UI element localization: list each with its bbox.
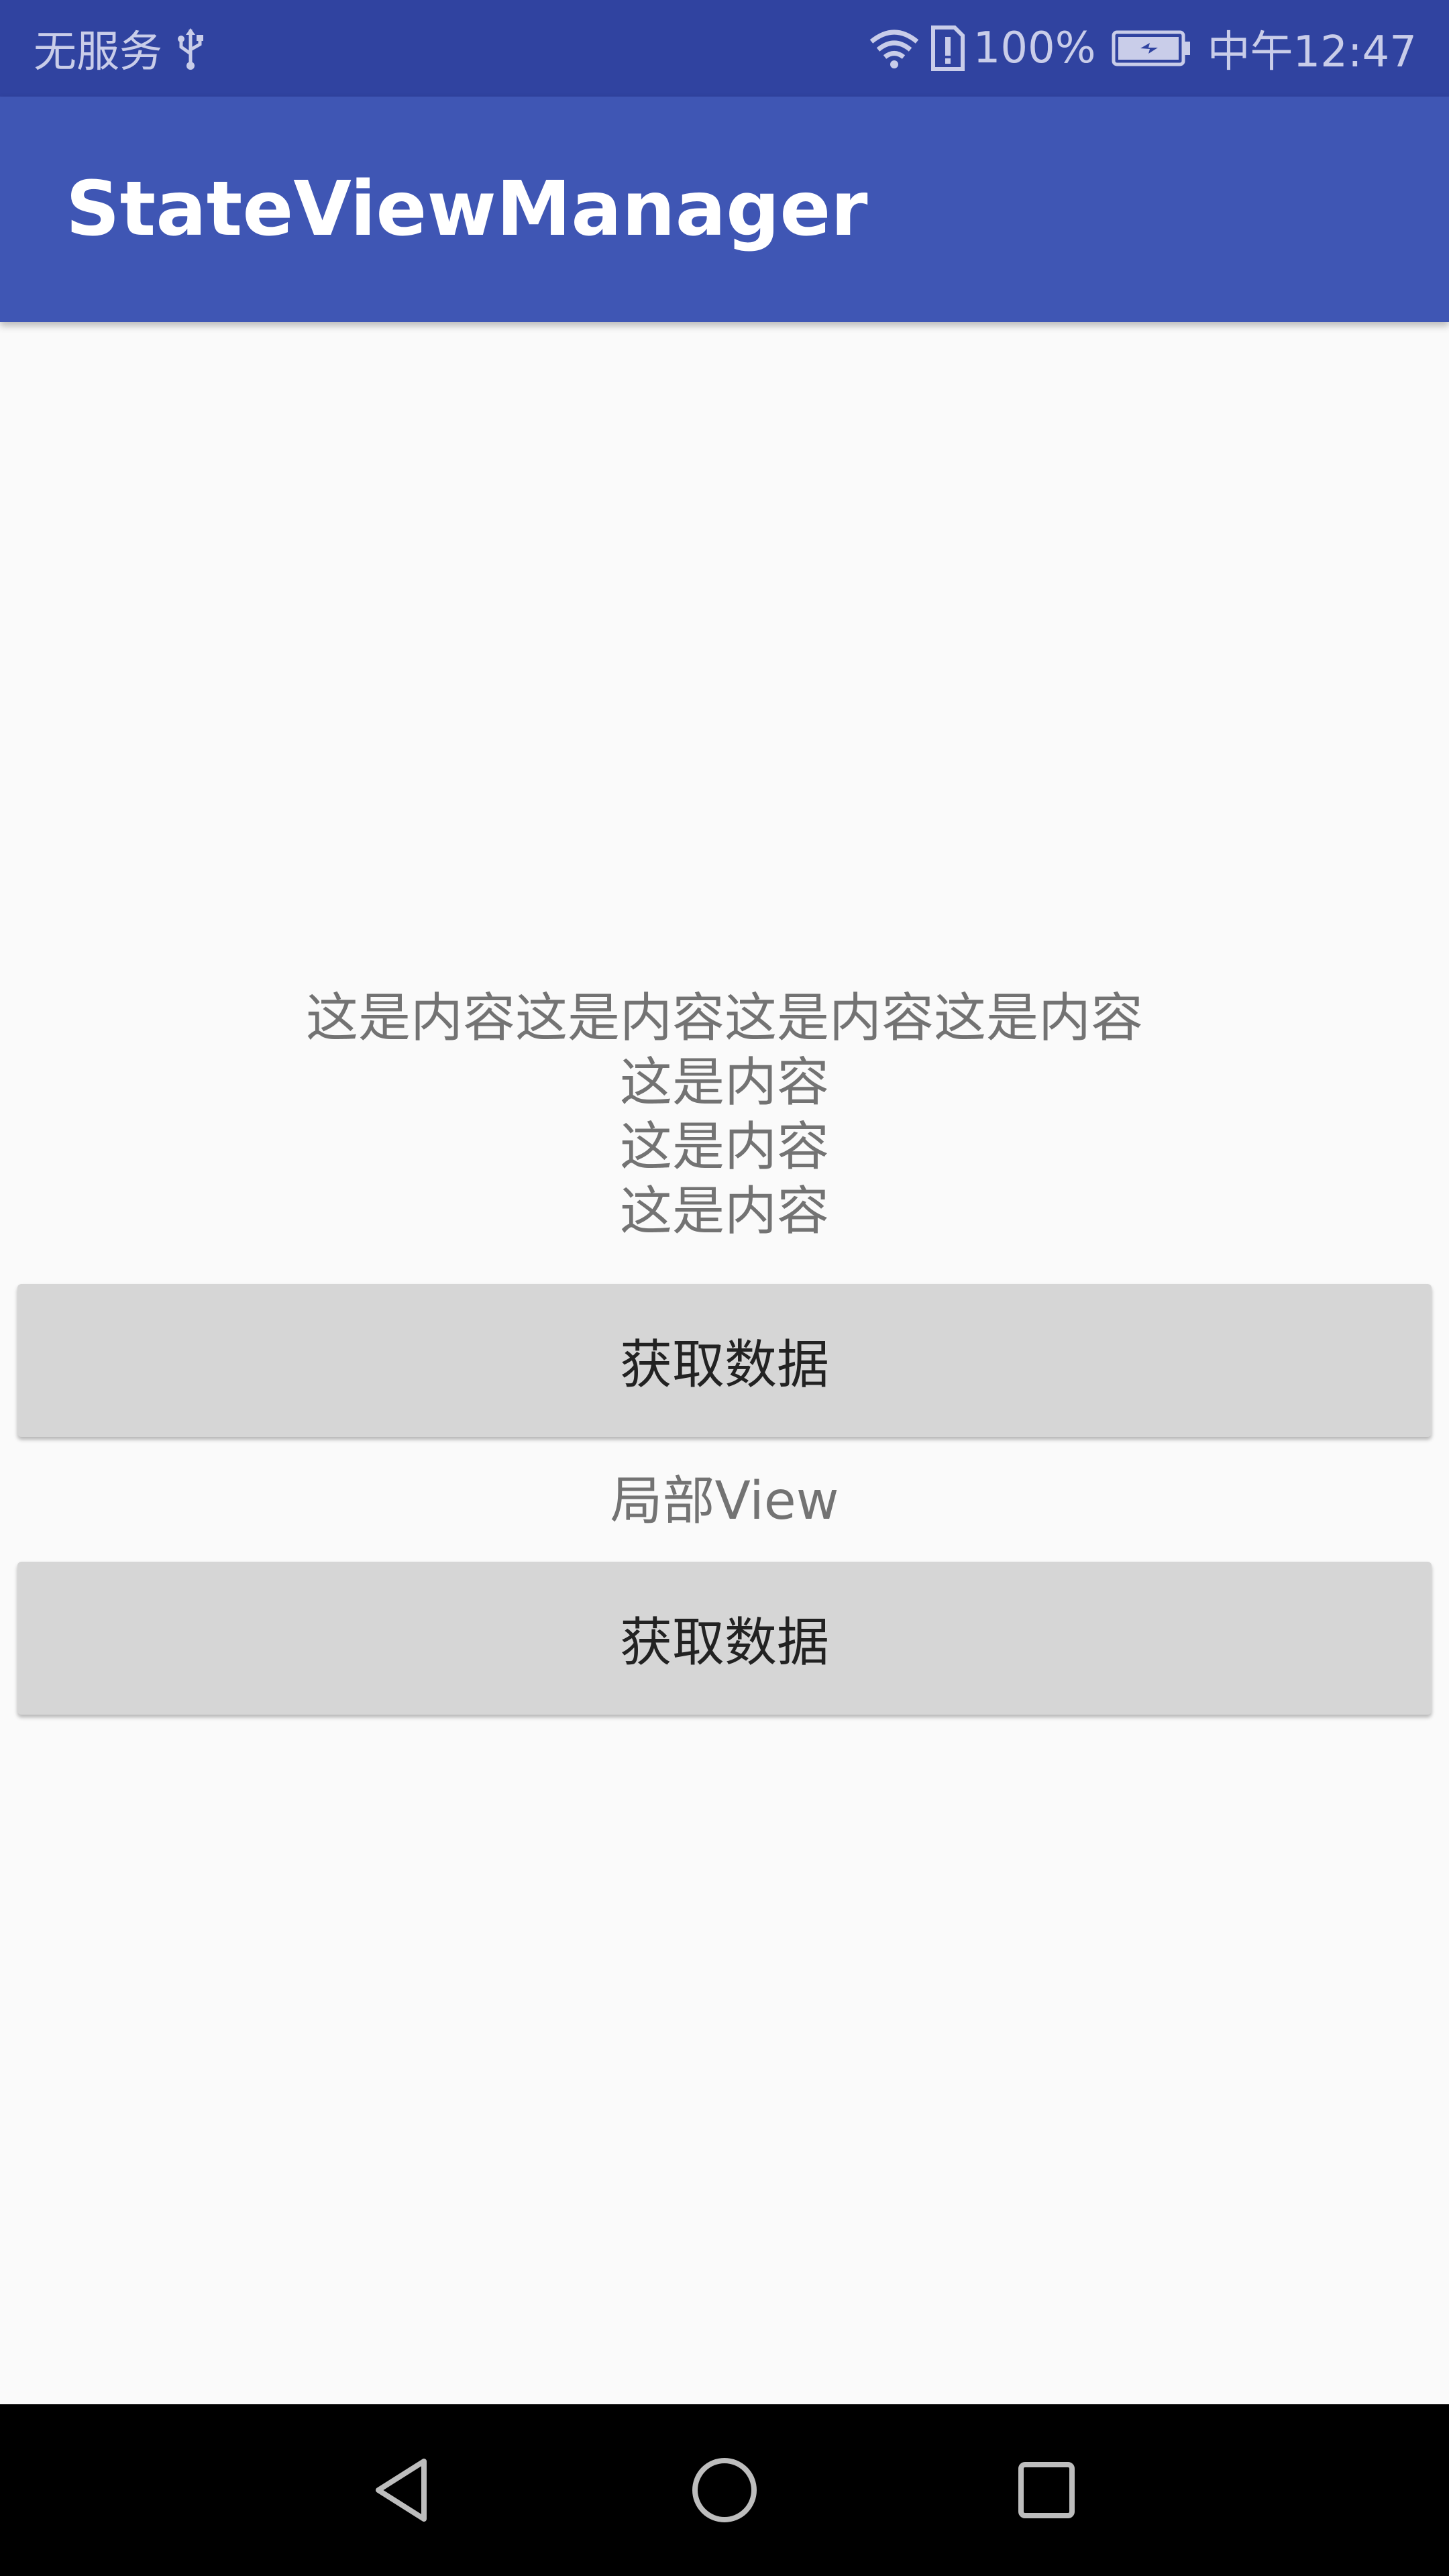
content-line: 这是内容	[619, 1181, 829, 1242]
sim-alert-icon	[930, 25, 965, 72]
app-bar: StateViewManager	[0, 97, 1449, 322]
back-icon	[376, 2459, 427, 2522]
home-icon	[692, 2458, 757, 2522]
partial-view-label: 局部View	[610, 1471, 839, 1532]
recent-apps-icon	[1018, 2462, 1075, 2518]
battery-charging-icon	[1111, 28, 1191, 68]
navigation-bar	[0, 2404, 1449, 2576]
fetch-data-button-partial[interactable]: 获取数据	[17, 1562, 1432, 1715]
status-left: 无服务	[34, 0, 204, 97]
clock: 中午12:47	[1207, 28, 1417, 77]
content-line: 这是内容	[619, 1117, 829, 1177]
content-text: 这是内容这是内容这是内容这是内容 这是内容 这是内容 这是内容	[0, 986, 1449, 1244]
carrier-label: 无服务	[34, 28, 162, 77]
recent-apps-button[interactable]	[1000, 2443, 1093, 2537]
app-title: StateViewManager	[66, 166, 868, 253]
status-right: 100% 中午12:47	[867, 0, 1417, 97]
usb-icon	[177, 27, 204, 70]
home-button[interactable]	[678, 2443, 771, 2537]
content-line: 这是内容这是内容这是内容这是内容	[305, 988, 1143, 1049]
content-line: 这是内容	[619, 1053, 829, 1113]
fetch-data-button[interactable]: 获取数据	[17, 1284, 1432, 1437]
back-button[interactable]	[356, 2443, 449, 2537]
status-bar: 无服务 100% 中午12:47	[0, 0, 1449, 97]
battery-percent: 100%	[973, 23, 1096, 73]
wifi-icon	[867, 27, 921, 70]
